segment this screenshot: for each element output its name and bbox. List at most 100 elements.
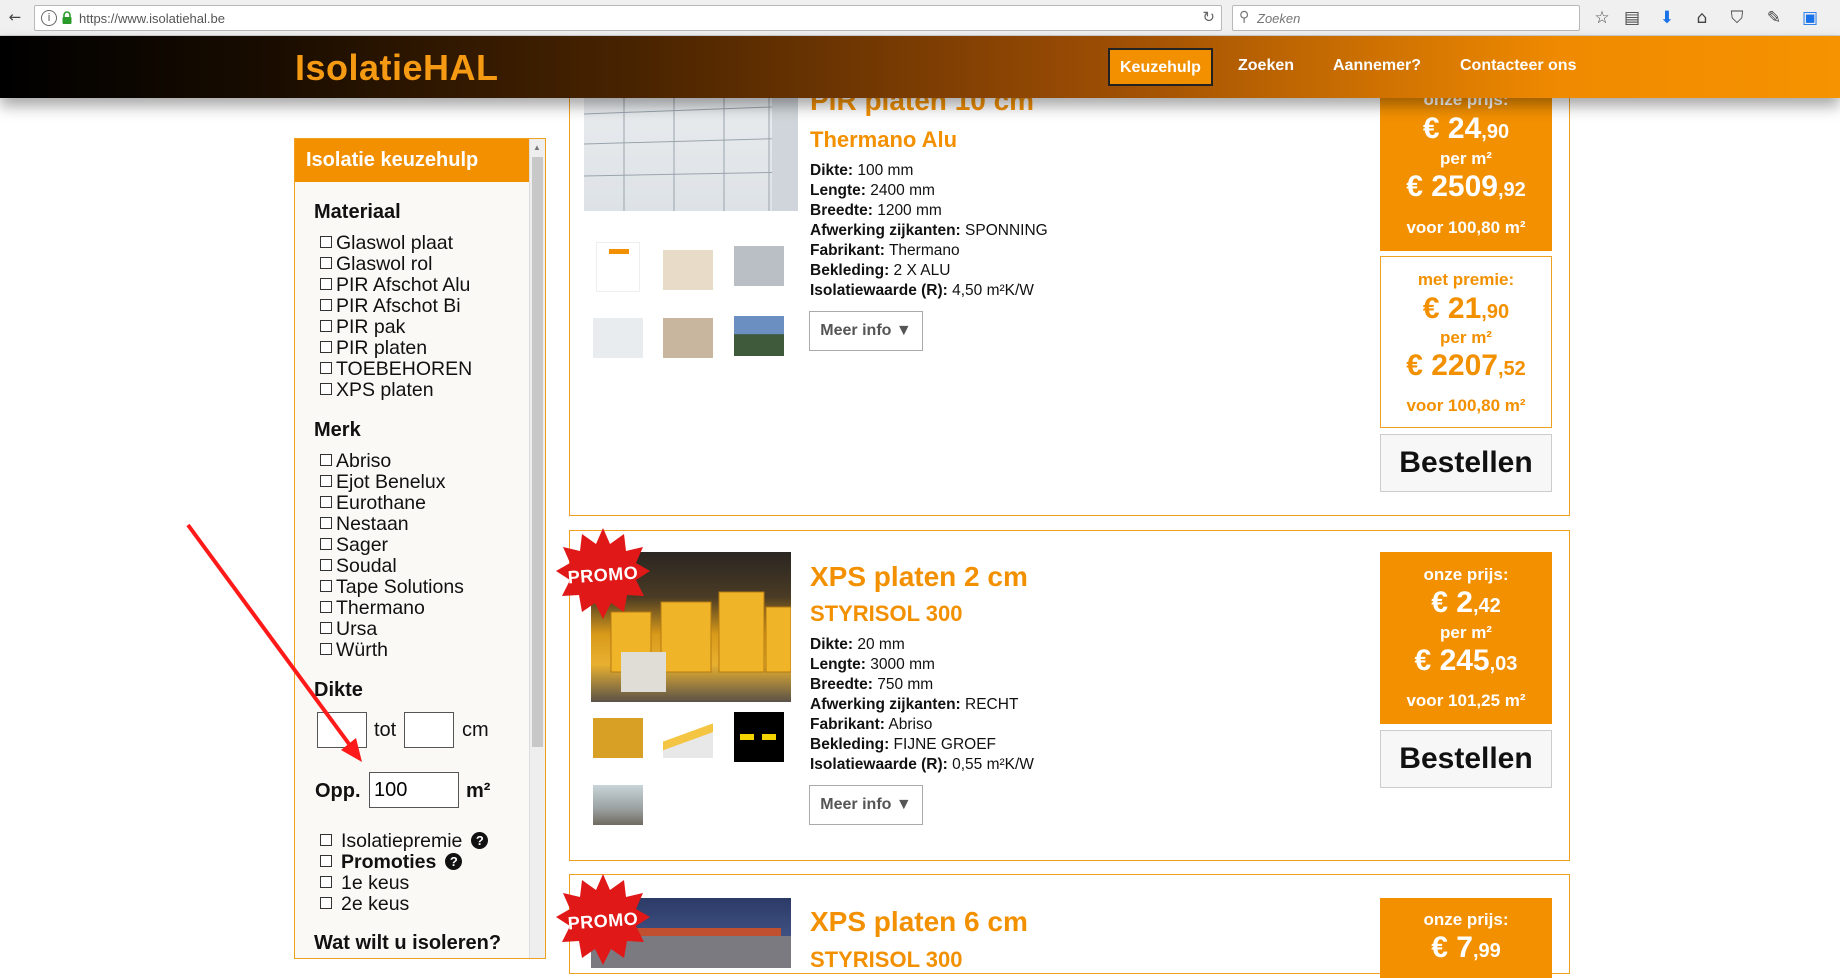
filter-materiaal-glaswol-plaat[interactable]: Glaswol plaat	[320, 233, 453, 254]
filter-merk-ejot-benelux[interactable]: Ejot Benelux	[320, 472, 446, 493]
product-title[interactable]: XPS platen 6 cm	[810, 906, 1028, 938]
help-icon[interactable]: ?	[471, 832, 489, 849]
opp-label: Opp.	[315, 780, 361, 802]
filter-merk-tape-solutions[interactable]: Tape Solutions	[320, 577, 464, 598]
sidebar-title: Isolatie keuzehulp	[295, 139, 545, 182]
price-per-m2: € 2,42	[1431, 586, 1501, 619]
search-icon: ⚲	[1239, 9, 1250, 25]
screenshot-tool-icon[interactable]: ✎	[1762, 6, 1786, 30]
browser-search-box[interactable]: ⚲	[1232, 5, 1580, 31]
spec-isolatiewaarde: Isolatiewaarde (R): 4,50 m²K/W	[810, 282, 1034, 299]
help-icon[interactable]: ?	[445, 853, 463, 870]
filter-materiaal-pir-pak[interactable]: PIR pak	[320, 317, 405, 338]
reload-icon[interactable]: ↻	[1202, 8, 1215, 26]
filter-merk-thermano[interactable]: Thermano	[320, 598, 425, 619]
spec-fabrikant: Fabrikant: Abriso	[810, 716, 933, 733]
opp-input[interactable]	[369, 772, 459, 808]
filter-2e-keus[interactable]: 2e keus	[320, 894, 409, 915]
price-box: onze prijs: € 24,90 per m² € 2509,92 voo…	[1380, 80, 1552, 251]
filter-promoties[interactable]: Promoties?	[320, 852, 463, 873]
dikte-unit-label: cm	[462, 719, 489, 741]
bestellen-button[interactable]: Bestellen	[1380, 434, 1552, 492]
info-icon[interactable]: i	[41, 10, 57, 26]
price-per-label: per m²	[1440, 623, 1492, 642]
premie-per-label: per m²	[1440, 328, 1492, 347]
price-box: onze prijs: € 7,99	[1380, 898, 1552, 978]
filter-materiaal-xps-platen[interactable]: XPS platen	[320, 380, 434, 401]
spec-isolatiewaarde: Isolatiewaarde (R): 0,55 m²K/W	[810, 756, 1034, 773]
pocket-icon[interactable]: ⛉	[1725, 6, 1749, 30]
filter-merk-ursa[interactable]: Ursa	[320, 619, 377, 640]
bookmark-star-icon[interactable]: ☆	[1590, 6, 1614, 30]
filter-materiaal-toebehoren[interactable]: TOEBEHOREN	[320, 359, 472, 380]
spec-fabrikant: Fabrikant: Thermano	[810, 242, 960, 259]
price-per-label: per m²	[1440, 149, 1492, 168]
spec-dikte: Dikte: 20 mm	[810, 636, 905, 653]
spec-lengte: Lengte: 3000 mm	[810, 656, 935, 673]
product-thumbnail[interactable]	[596, 242, 640, 292]
site-header: IsolatieHAL Keuzehulp Zoeken Aannemer? C…	[0, 36, 1840, 98]
premie-label: met premie:	[1417, 270, 1515, 289]
filter-merk-eurothane[interactable]: Eurothane	[320, 493, 426, 514]
spec-bekleding: Bekleding: 2 X ALU	[810, 262, 951, 279]
premie-total: € 2207,52	[1406, 349, 1526, 382]
dikte-min-input[interactable]	[317, 712, 367, 748]
home-icon[interactable]: ⌂	[1690, 6, 1714, 30]
nav-aannemer[interactable]: Aannemer?	[1323, 48, 1431, 86]
price-area: voor 101,25 m²	[1406, 691, 1526, 710]
product-subtitle: Thermano Alu	[810, 127, 958, 152]
product-thumbnail[interactable]	[734, 712, 784, 762]
browser-toolbar: ← i https://www.isolatiehal.be ↻ ⚲ ☆ ▤ ⬇…	[0, 0, 1840, 36]
price-label: onze prijs:	[1423, 565, 1509, 584]
address-bar[interactable]: i https://www.isolatiehal.be ↻	[34, 5, 1222, 31]
spec-bekleding: Bekleding: FIJNE GROEF	[810, 736, 997, 753]
nav-keuzehulp[interactable]: Keuzehulp	[1108, 48, 1213, 86]
product-thumbnail[interactable]	[663, 718, 713, 758]
scrollbar-thumb[interactable]	[532, 157, 543, 747]
filter-1e-keus[interactable]: 1e keus	[320, 873, 409, 894]
download-icon[interactable]: ⬇	[1655, 6, 1679, 30]
product-thumbnail[interactable]	[663, 250, 713, 290]
site-logo[interactable]: IsolatieHAL	[295, 47, 499, 89]
product-subtitle: STYRISOL 300	[810, 601, 963, 626]
filter-merk-wurth[interactable]: Würth	[320, 640, 388, 661]
extension-icon[interactable]: ▣	[1798, 6, 1822, 30]
product-thumbnail[interactable]	[593, 718, 643, 758]
filter-materiaal-glaswol-rol[interactable]: Glaswol rol	[320, 254, 432, 275]
filter-materiaal-pir-afschot-alu[interactable]: PIR Afschot Alu	[320, 275, 470, 296]
product-title[interactable]: XPS platen 2 cm	[810, 561, 1028, 593]
bestellen-button[interactable]: Bestellen	[1380, 730, 1552, 788]
meer-info-button[interactable]: Meer info ▼	[809, 785, 923, 825]
browser-search-input[interactable]	[1257, 9, 1557, 27]
product-thumbnail[interactable]	[593, 785, 643, 825]
product-thumbnail[interactable]	[734, 246, 784, 286]
product-thumbnail[interactable]	[663, 318, 713, 358]
url-text: https://www.isolatiehal.be	[79, 11, 225, 26]
scroll-up-icon[interactable]: ▲	[533, 143, 541, 152]
filter-materiaal-pir-platen[interactable]: PIR platen	[320, 338, 427, 359]
filter-materiaal-pir-afschot-bi[interactable]: PIR Afschot Bi	[320, 296, 461, 317]
price-per-m2: € 7,99	[1431, 931, 1501, 964]
meer-info-button[interactable]: Meer info ▼	[809, 311, 923, 351]
isolate-heading: Wat wilt u isoleren?	[314, 932, 502, 954]
product-thumbnail[interactable]	[593, 318, 643, 358]
filter-merk-soudal[interactable]: Soudal	[320, 556, 397, 577]
premie-area: voor 100,80 m²	[1406, 396, 1526, 415]
back-icon[interactable]: ←	[4, 6, 26, 28]
dikte-heading: Dikte	[314, 679, 363, 701]
product-image[interactable]	[584, 92, 798, 211]
spec-breedte: Breedte: 750 mm	[810, 676, 934, 693]
filter-merk-sager[interactable]: Sager	[320, 535, 388, 556]
product-subtitle: STYRISOL 300	[810, 947, 963, 972]
filter-merk-abriso[interactable]: Abriso	[320, 451, 391, 472]
reading-list-icon[interactable]: ▤	[1620, 6, 1644, 30]
filter-merk-nestaan[interactable]: Nestaan	[320, 514, 409, 535]
product-thumbnail[interactable]	[734, 316, 784, 356]
dikte-max-input[interactable]	[404, 712, 454, 748]
nav-zoeken[interactable]: Zoeken	[1228, 48, 1304, 86]
filter-isolatiepremie[interactable]: Isolatiepremie?	[320, 831, 489, 852]
premie-price-box: met premie: € 21,90 per m² € 2207,52 voo…	[1380, 256, 1552, 428]
sidebar-scrollbar[interactable]: ▲	[529, 139, 545, 958]
nav-contacteer-ons[interactable]: Contacteer ons	[1450, 48, 1586, 86]
promo-badge: PROMO	[567, 908, 639, 934]
